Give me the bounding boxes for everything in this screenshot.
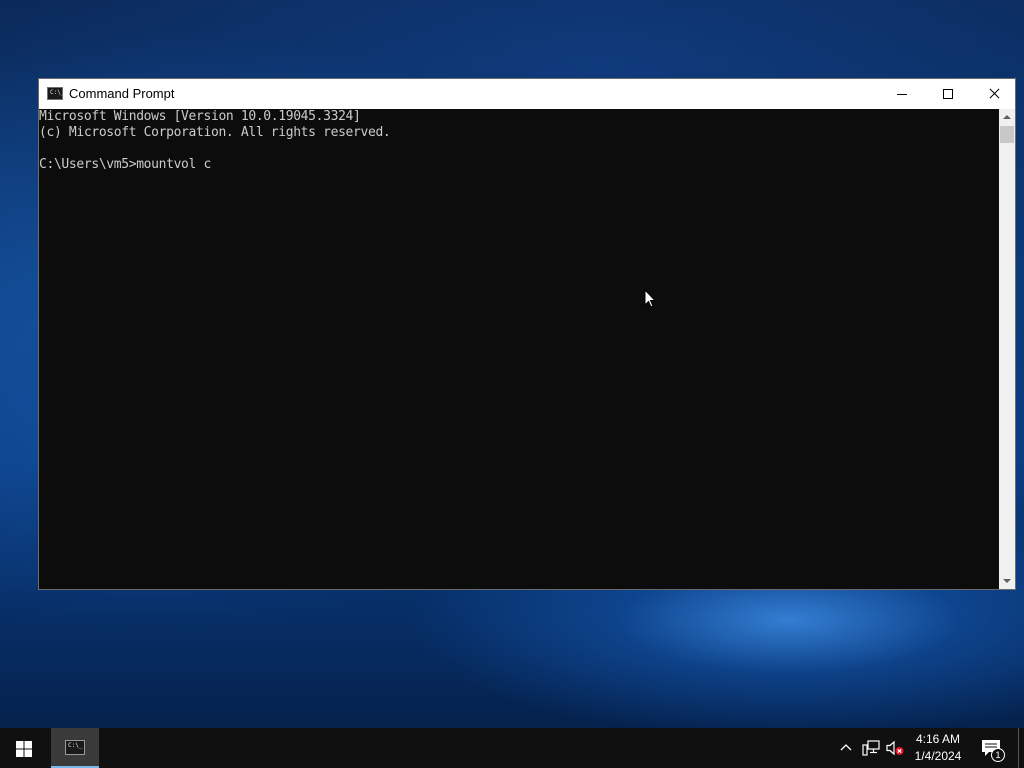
cmd-icon[interactable]: C:\_ (47, 87, 65, 100)
mouse-cursor-icon (644, 289, 656, 308)
console-output[interactable]: Microsoft Windows [Version 10.0.19045.33… (39, 109, 999, 589)
title-bar[interactable]: C:\_ Command Prompt (39, 79, 1015, 109)
cmd-window[interactable]: C:\_ Command Prompt Microsoft Windows [V… (38, 78, 1016, 590)
chevron-up-icon[interactable] (838, 740, 854, 756)
taskbar-clock[interactable]: 4:16 AM 1/4/2024 (908, 731, 968, 765)
scroll-up-arrow[interactable] (999, 109, 1015, 125)
notification-count-badge: 1 (991, 748, 1005, 762)
scroll-down-arrow[interactable] (999, 573, 1015, 589)
scroll-thumb[interactable] (1000, 126, 1014, 143)
taskbar-app-command-prompt[interactable]: C:\_ (51, 728, 99, 768)
taskbar: C:\_ 4:16 AM 1/4/2024 1 (0, 728, 1024, 768)
cmd-icon-glyph: C:\_ (68, 742, 83, 749)
show-desktop-button[interactable] (1018, 728, 1024, 768)
network-icon[interactable] (862, 740, 880, 756)
console-line: (c) Microsoft Corporation. All rights re… (39, 125, 391, 140)
windows-logo-icon (16, 741, 32, 757)
volume-muted-icon[interactable] (886, 740, 904, 756)
close-button[interactable] (971, 79, 1017, 109)
cmd-icon-glyph: C:\_ (50, 89, 65, 96)
console-line: Microsoft Windows [Version 10.0.19045.33… (39, 109, 361, 124)
clock-date: 1/4/2024 (914, 749, 962, 763)
console-prompt-line[interactable]: C:\Users\vm5>mountvol c (39, 157, 999, 173)
cmd-icon: C:\_ (65, 740, 85, 755)
clock-time: 4:16 AM (915, 732, 961, 746)
window-title: Command Prompt (69, 86, 175, 101)
maximize-button[interactable] (925, 79, 971, 109)
vertical-scrollbar[interactable] (999, 109, 1015, 589)
start-button[interactable] (0, 728, 48, 768)
minimize-button[interactable] (879, 79, 925, 109)
